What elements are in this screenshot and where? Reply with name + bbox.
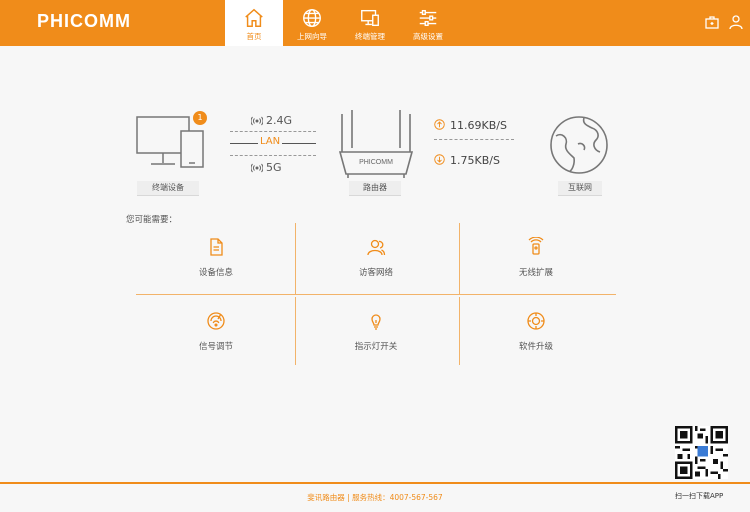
upload-speed-value: 11.69KB/S — [450, 119, 507, 132]
app-qr-code — [675, 426, 728, 479]
band-5g-label: 5G — [266, 161, 282, 174]
quick-software-upgrade[interactable]: 软件升级 — [456, 297, 616, 368]
guest-users-icon — [367, 239, 386, 256]
quick-wireless-extend[interactable]: 无线扩展 — [456, 223, 616, 294]
footer-hotline: 斐讯路由器 | 服务热线：4007-567-567 — [307, 493, 443, 502]
wifi-24g-icon — [251, 116, 263, 126]
router-label[interactable]: 路由器 — [349, 181, 401, 196]
quick-led-switch[interactable]: 指示灯开关 — [296, 297, 456, 368]
qr-code-image — [675, 426, 728, 479]
band-5g: 5G — [251, 161, 282, 174]
terminal-devices-label[interactable]: 终端设备 — [137, 181, 199, 196]
quick-actions-grid: 设备信息 访客网络 无线扩展 信号调节 指示灯开关 软件升级 — [136, 223, 616, 365]
lightbulb-icon — [371, 314, 381, 330]
lan-label: LAN — [258, 136, 283, 147]
download-speed-value: 1.75KB/S — [450, 154, 500, 167]
quick-device-info-label: 设备信息 — [198, 268, 233, 278]
internet-label[interactable]: 互联网 — [558, 181, 602, 196]
band-24g: 2.4G — [251, 114, 292, 127]
internet-globe-icon[interactable] — [548, 114, 610, 176]
quick-software-upgrade-label: 软件升级 — [518, 342, 553, 352]
quick-guest-network-label: 访客网络 — [358, 268, 393, 278]
quick-wireless-extend-label: 无线扩展 — [518, 268, 553, 278]
wifi-5g-icon — [251, 163, 263, 173]
quick-led-switch-label: 指示灯开关 — [354, 342, 398, 352]
upload-arrow-icon — [434, 119, 445, 130]
band-24g-label: 2.4G — [266, 114, 293, 127]
quick-guest-network[interactable]: 访客网络 — [296, 223, 456, 294]
document-icon — [210, 238, 223, 256]
router-icon[interactable]: PHICOMM — [336, 108, 416, 180]
wireless-extend-icon — [528, 237, 544, 255]
internet-link-dotted — [434, 139, 514, 140]
signal-adjust-icon — [207, 312, 225, 330]
link-dotted-bottom — [230, 155, 316, 156]
download-arrow-icon — [434, 154, 445, 165]
upload-speed: 11.69KB/S — [434, 119, 507, 132]
link-dotted-top — [230, 131, 316, 132]
terminal-count-badge: 1 — [193, 111, 207, 125]
quick-signal-adjust-label: 信号调节 — [198, 342, 233, 352]
quick-device-info[interactable]: 设备信息 — [136, 223, 296, 294]
upgrade-icon — [527, 312, 545, 330]
grid-divider — [136, 294, 616, 295]
footer-divider — [0, 482, 750, 484]
router-brand-text: PHICOMM — [359, 159, 393, 166]
network-status: 1 终端设备 2.4G LAN 5G PHICOMM 路由器 11.69KB/S… — [0, 0, 750, 200]
quick-signal-adjust[interactable]: 信号调节 — [136, 297, 296, 368]
download-speed: 1.75KB/S — [434, 154, 500, 167]
